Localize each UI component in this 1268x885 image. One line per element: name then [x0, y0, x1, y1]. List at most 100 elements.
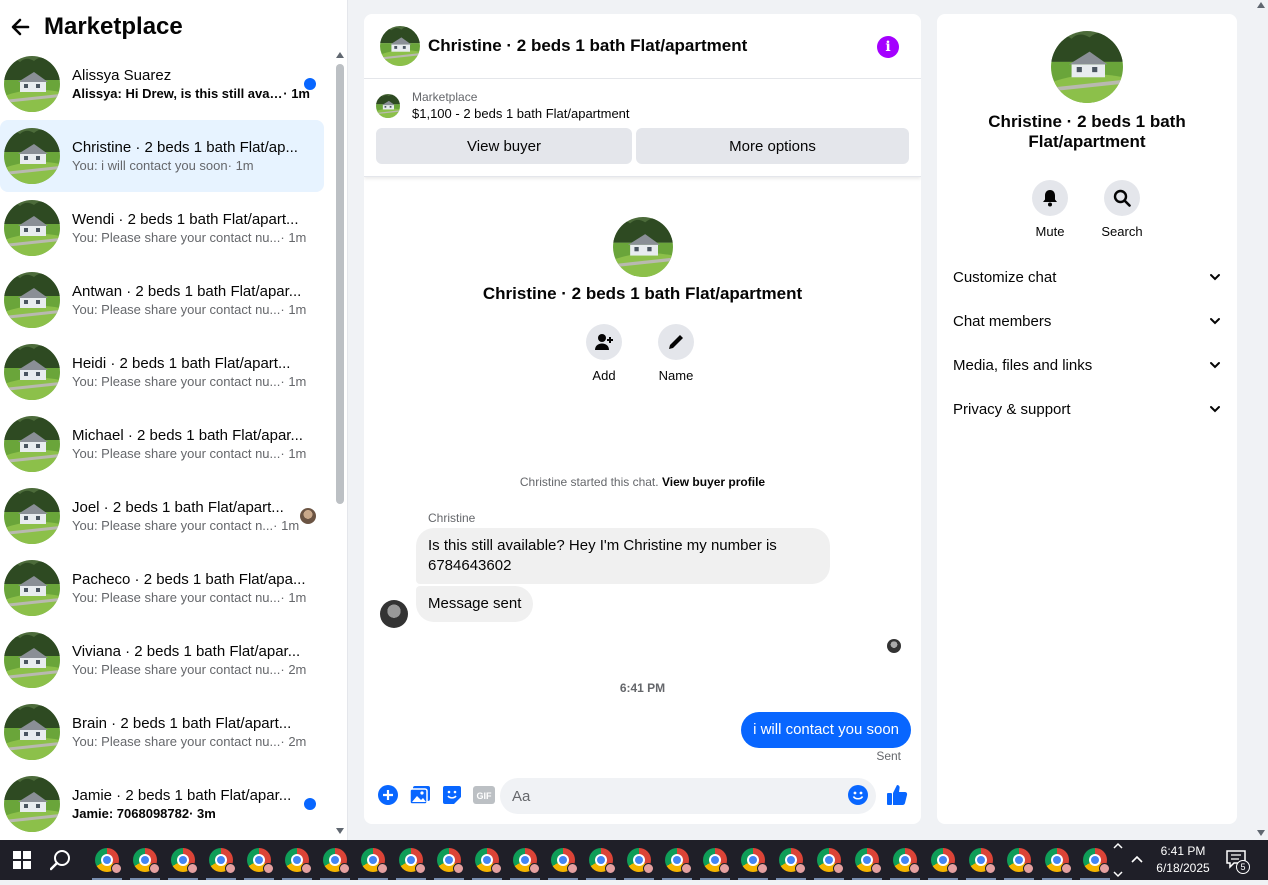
conversation-item[interactable]: Jamie · 2 beds 1 bath Flat/apar... Jamie:… [0, 768, 324, 840]
back-arrow-icon[interactable] [8, 15, 32, 39]
chrome-taskbar-icon[interactable] [1038, 840, 1076, 880]
scroll-down-icon[interactable] [336, 828, 344, 834]
conversation-avatar [4, 704, 60, 760]
conversation-item[interactable]: Michael · 2 beds 1 bath Flat/apar... You:… [0, 408, 324, 480]
info-section[interactable]: Media, files and links [945, 343, 1229, 387]
taskbar-clock[interactable]: 6:41 PM 6/18/2025 [1150, 843, 1216, 877]
name-button[interactable]: Name [658, 324, 694, 383]
taskbar-overflow[interactable] [1110, 840, 1126, 880]
conversation-item[interactable]: Viviana · 2 beds 1 bath Flat/apar... You:… [0, 624, 324, 696]
search-icon [1113, 189, 1131, 207]
scroll-up-icon[interactable] [1257, 2, 1265, 8]
composer: GIF [364, 766, 921, 824]
scroll-thumb[interactable] [336, 64, 344, 504]
chrome-taskbar-icon[interactable] [88, 840, 126, 880]
incoming-message[interactable]: Message sent [416, 586, 534, 622]
search-button[interactable]: Search [1101, 180, 1143, 239]
chrome-taskbar-icon[interactable] [126, 840, 164, 880]
scroll-down-icon[interactable] [1257, 830, 1265, 836]
chrome-taskbar-icon[interactable] [810, 840, 848, 880]
mute-button[interactable]: Mute [1032, 180, 1068, 239]
chrome-taskbar-icon[interactable] [1000, 840, 1038, 880]
svg-text:GIF: GIF [477, 791, 493, 801]
intro-avatar [613, 217, 673, 277]
conversation-name: Michael · 2 beds 1 bath Flat/apar... [72, 427, 303, 444]
message-timestamp: 6:41 PM [619, 681, 666, 695]
chrome-taskbar-icon[interactable] [848, 840, 886, 880]
conversation-item[interactable]: Joel · 2 beds 1 bath Flat/apart... You: P… [0, 480, 324, 552]
scroll-up-icon[interactable] [336, 52, 344, 58]
view-buyer-profile-link[interactable]: View buyer profile [662, 475, 765, 489]
sticker-icon[interactable] [440, 783, 464, 807]
conversation-item[interactable]: Christine · 2 beds 1 bath Flat/ap... You:… [0, 120, 324, 192]
conversation-item[interactable]: Brain · 2 beds 1 bath Flat/apart... You: … [0, 696, 324, 768]
view-buyer-button[interactable]: View buyer [376, 128, 632, 164]
sidebar-scrollbar[interactable] [334, 48, 346, 840]
conversation-name: Brain · 2 beds 1 bath Flat/apart... [72, 715, 292, 732]
chat-started-notice: Christine started this chat. View buyer … [364, 475, 921, 489]
page-scrollbar[interactable] [1254, 0, 1268, 840]
read-receipt-avatar [887, 639, 901, 653]
info-icon[interactable]: i [877, 36, 899, 58]
seen-avatar [300, 508, 316, 524]
info-section[interactable]: Customize chat [945, 255, 1229, 299]
chrome-taskbar-icon[interactable] [430, 840, 468, 880]
conversation-time: · 1m [280, 374, 307, 389]
chrome-taskbar-icon[interactable] [544, 840, 582, 880]
chrome-taskbar-icon[interactable] [734, 840, 772, 880]
conversation-item[interactable]: Wendi · 2 beds 1 bath Flat/apart... You: … [0, 192, 324, 264]
listing-avatar[interactable] [380, 26, 420, 66]
sent-status: Sent [876, 749, 901, 763]
chrome-taskbar-icon[interactable] [468, 840, 506, 880]
tray-chevron-up-icon[interactable] [1130, 852, 1144, 871]
chrome-taskbar-icon[interactable] [658, 840, 696, 880]
chrome-taskbar-icon[interactable] [506, 840, 544, 880]
conversation-item[interactable]: Alissya Suarez Alissya: Hi Drew, is this … [0, 48, 324, 120]
info-section[interactable]: Privacy & support [945, 387, 1229, 431]
intro-title: Christine · 2 beds 1 bath Flat/apartment [482, 284, 803, 303]
info-sections: Customize chat Chat members Media, files a… [945, 255, 1229, 431]
sender-avatar[interactable] [380, 600, 408, 628]
conversation-item[interactable]: Pacheco · 2 beds 1 bath Flat/apa... You: … [0, 552, 324, 624]
chrome-taskbar-icon[interactable] [240, 840, 278, 880]
outgoing-message[interactable]: i will contact you soon [741, 712, 911, 748]
bell-icon [1043, 190, 1057, 207]
chrome-taskbar-icon[interactable] [278, 840, 316, 880]
info-section[interactable]: Chat members [945, 299, 1229, 343]
chrome-taskbar-icon[interactable] [202, 840, 240, 880]
chrome-taskbar-icon[interactable] [164, 840, 202, 880]
add-button[interactable]: Add [586, 324, 622, 383]
incoming-message[interactable]: Is this still available? Hey I'm Christi… [416, 528, 830, 584]
more-options-button[interactable]: More options [636, 128, 909, 164]
chrome-taskbar-icon[interactable] [354, 840, 392, 880]
info-section-label: Customize chat [953, 268, 1057, 286]
photo-icon[interactable] [408, 783, 432, 807]
gif-icon[interactable]: GIF [472, 783, 496, 807]
listing-price-title[interactable]: $1,100 - 2 beds 1 bath Flat/apartment [412, 105, 630, 123]
conversation-time: · 2m [280, 662, 307, 677]
chrome-taskbar-icon[interactable] [962, 840, 1000, 880]
conversation-preview: You: Please share your contact nu... [72, 590, 281, 605]
chrome-taskbar-icon[interactable] [886, 840, 924, 880]
taskbar-apps [88, 840, 1114, 880]
conversation-name: Jamie · 2 beds 1 bath Flat/apar... [72, 787, 292, 804]
conversation-item[interactable]: Heidi · 2 beds 1 bath Flat/apart... You: … [0, 336, 324, 408]
chrome-taskbar-icon[interactable] [392, 840, 430, 880]
plus-icon[interactable] [376, 783, 400, 807]
chrome-taskbar-icon[interactable] [696, 840, 734, 880]
sidebar: Marketplace Alissya Suarez Alissya: Hi Dr… [0, 0, 348, 840]
chrome-taskbar-icon[interactable] [772, 840, 810, 880]
conversation-item[interactable]: Antwan · 2 beds 1 bath Flat/apar... You: … [0, 264, 324, 336]
emoji-icon[interactable] [848, 785, 868, 810]
chrome-taskbar-icon[interactable] [582, 840, 620, 880]
chat-title[interactable]: Christine · 2 beds 1 bath Flat/apartment [428, 36, 747, 56]
chrome-taskbar-icon[interactable] [924, 840, 962, 880]
chrome-taskbar-icon[interactable] [620, 840, 658, 880]
listing-thumbnail[interactable] [376, 94, 400, 118]
thumbs-up-icon[interactable] [886, 784, 908, 811]
windows-start-icon[interactable] [0, 840, 44, 880]
taskbar-search-icon[interactable] [44, 840, 78, 880]
chrome-taskbar-icon[interactable] [1076, 840, 1114, 880]
message-input[interactable] [500, 778, 876, 814]
chrome-taskbar-icon[interactable] [316, 840, 354, 880]
